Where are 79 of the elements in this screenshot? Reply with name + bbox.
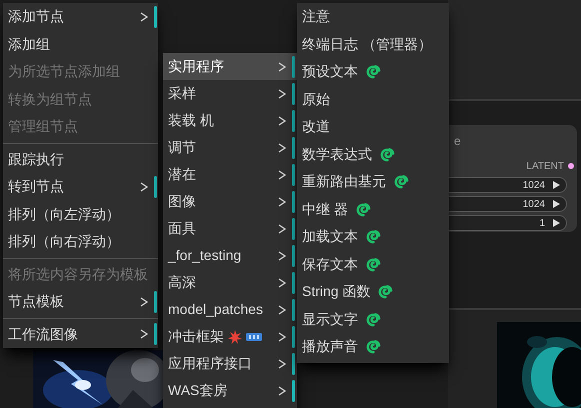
scroll-marker [154, 290, 157, 313]
scroll-marker [292, 298, 295, 320]
menu-item[interactable]: 播放声音 [297, 333, 449, 360]
spiral-icon [366, 339, 381, 354]
scroll-marker [154, 323, 157, 346]
scroll-marker [292, 218, 295, 240]
menu-item[interactable]: 装载 机 [163, 107, 297, 134]
menu-item[interactable]: 显示文字 [297, 306, 449, 333]
chevron-icon [278, 278, 286, 288]
scroll-marker [292, 82, 295, 104]
menu-item[interactable]: 排列（向右浮动） [3, 228, 158, 256]
chevron-icon [278, 224, 286, 234]
menu-item[interactable]: 面具 [163, 215, 297, 242]
menu-item[interactable]: 注意 [297, 3, 449, 30]
scroll-marker [154, 6, 157, 28]
play-icon [553, 219, 560, 227]
chevron-icon [278, 62, 286, 72]
chevron-icon [278, 116, 286, 126]
menu-item[interactable]: 原始 [297, 86, 449, 113]
chevron-icon [140, 12, 148, 22]
chevron-icon [140, 296, 148, 307]
menu-item[interactable]: 添加组 [3, 30, 158, 58]
menu-item[interactable]: 工作流图像 [3, 320, 158, 348]
menu-item[interactable]: 转到节点 [3, 173, 158, 200]
burst-icon [228, 330, 242, 344]
chevron-icon [278, 358, 286, 368]
chevron-icon [278, 170, 286, 180]
menu-item[interactable]: 实用程序 [163, 53, 297, 80]
scroll-marker [292, 136, 295, 158]
scroll-marker [292, 190, 295, 212]
play-icon [553, 181, 560, 189]
spiral-icon [366, 64, 381, 80]
node-title: e [454, 133, 461, 150]
film-strip-icon [246, 332, 262, 340]
chevron-icon [140, 329, 148, 340]
chevron-icon [140, 182, 148, 192]
menu-item[interactable]: _for_testing [163, 242, 297, 269]
chevron-icon [278, 332, 286, 342]
spiral-icon [366, 312, 381, 327]
menu-item[interactable]: model_patches [163, 296, 297, 323]
scroll-marker [292, 56, 295, 78]
menu-item[interactable]: 冲击框架 [163, 323, 297, 350]
chevron-icon [278, 196, 286, 206]
chevron-icon [278, 88, 286, 98]
menu-item[interactable]: String 函数 [297, 278, 449, 306]
menu-item[interactable]: 保存文本 [297, 250, 449, 278]
menu-item[interactable]: 采样 [163, 80, 297, 107]
scroll-marker [292, 164, 295, 186]
chevron-icon [278, 142, 286, 152]
menu-item[interactable]: 应用程序接口 [163, 350, 297, 377]
scroll-marker [154, 176, 157, 198]
output-label: LATENT [526, 160, 564, 174]
menu-item[interactable]: 高深 [163, 269, 297, 296]
spiral-icon [380, 146, 395, 162]
chevron-icon [278, 304, 286, 314]
menu-item[interactable]: 节点模板 [3, 288, 158, 316]
menu-item[interactable]: 潜在 [163, 161, 297, 188]
menu-item[interactable]: 调节 [163, 134, 297, 161]
spiral-icon [394, 174, 409, 190]
menu-item[interactable]: 添加节点 [3, 3, 158, 30]
scroll-marker [292, 326, 295, 348]
scroll-marker [292, 272, 295, 294]
chevron-icon [278, 386, 286, 396]
play-icon [553, 200, 560, 208]
menu-item[interactable]: 预设文本 [297, 58, 449, 86]
spiral-icon [366, 256, 381, 272]
menu-item[interactable]: WAS套房 [163, 377, 297, 404]
menu-item[interactable]: 图像 [163, 188, 297, 215]
scroll-marker [292, 244, 295, 266]
scroll-marker [292, 352, 295, 374]
menu-item[interactable]: 排列（向左浮动） [3, 200, 158, 228]
chevron-icon [278, 250, 286, 260]
scroll-marker [292, 380, 295, 402]
spiral-icon [356, 202, 371, 217]
menu-item[interactable]: 跟踪执行 [3, 146, 158, 173]
spiral-icon [378, 284, 394, 300]
scroll-marker [292, 110, 295, 132]
menu-item[interactable]: 终端日志 （管理器） [297, 30, 449, 58]
spiral-icon [366, 229, 381, 244]
